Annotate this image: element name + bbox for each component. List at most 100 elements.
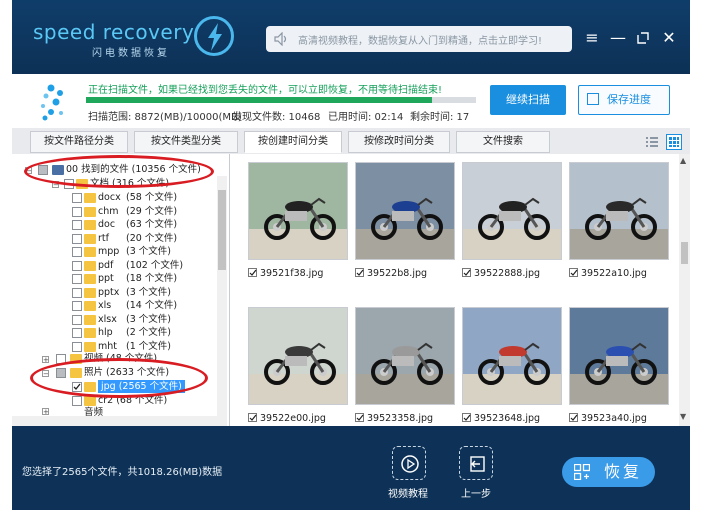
grid-view-icon[interactable] bbox=[666, 134, 682, 150]
thumbnail-checkbox[interactable] bbox=[355, 413, 364, 422]
thumbnail-caption[interactable]: 39522a10.jpg bbox=[569, 268, 647, 279]
tab-by-modified-time[interactable]: 按修改时间分类 bbox=[348, 131, 450, 153]
doc-chm-checkbox[interactable] bbox=[72, 206, 82, 217]
thumbnail-caption[interactable]: 39521f38.jpg bbox=[248, 268, 323, 279]
tree-doc-hlp[interactable]: hlp (2 个文件) bbox=[98, 326, 171, 339]
doc-pdf-checkbox[interactable] bbox=[72, 260, 82, 271]
jpg-checkbox[interactable] bbox=[72, 382, 82, 392]
photos-collapse-icon[interactable]: − bbox=[42, 370, 49, 378]
doc-rtf-folder-icon bbox=[84, 233, 96, 244]
thumbnail-item[interactable]: 39523648.jpg bbox=[462, 307, 564, 437]
tutorial-search-bar[interactable]: 高清视频教程，数据恢复从入门到精通，点击立即学习! bbox=[266, 26, 572, 52]
thumbnail-checkbox[interactable] bbox=[248, 413, 257, 422]
close-icon[interactable]: ✕ bbox=[659, 28, 679, 48]
back-button[interactable] bbox=[459, 446, 493, 480]
tree-vertical-scrollbar[interactable] bbox=[217, 176, 227, 426]
doc-pptx-checkbox[interactable] bbox=[72, 287, 82, 298]
thumbnail-checkbox[interactable] bbox=[355, 268, 364, 277]
video-tutorial-button[interactable] bbox=[392, 446, 426, 480]
thumbnail-filename: 39522e00.jpg bbox=[260, 413, 326, 424]
thumbnail-caption[interactable]: 39522888.jpg bbox=[462, 268, 540, 279]
save-progress-button[interactable]: 保存进度 bbox=[578, 85, 670, 115]
tree-documents[interactable]: 文档 (316 个文件) bbox=[90, 177, 169, 190]
thumbnail-checkbox[interactable] bbox=[569, 413, 578, 422]
thumbnail-item[interactable]: 39522e00.jpg bbox=[248, 307, 350, 437]
thumbnail-caption[interactable]: 39523358.jpg bbox=[355, 413, 433, 424]
thumbnail-checkbox[interactable] bbox=[248, 268, 257, 277]
tree-doc-mpp[interactable]: mpp (3 个文件) bbox=[98, 245, 171, 258]
tree-doc-chm[interactable]: chm (29 个文件) bbox=[98, 205, 177, 218]
maximize-icon[interactable] bbox=[633, 28, 653, 48]
doc-mpp-checkbox[interactable] bbox=[72, 247, 82, 257]
tree-doc-mht[interactable]: mht (1 个文件) bbox=[98, 340, 171, 353]
root-collapse-icon[interactable]: − bbox=[25, 167, 32, 175]
tree-doc-rtf[interactable]: rtf (20 个文件) bbox=[98, 232, 177, 245]
documents-checkbox[interactable] bbox=[64, 179, 74, 189]
tab-by-created-time[interactable]: 按创建时间分类 bbox=[244, 131, 342, 153]
thumbnail-item[interactable]: 39522a10.jpg bbox=[569, 162, 671, 292]
thumbnail-item[interactable]: 39523358.jpg bbox=[355, 307, 457, 437]
photos-checkbox[interactable] bbox=[56, 368, 66, 378]
audio-expand-icon[interactable]: + bbox=[42, 408, 49, 416]
video-expand-icon[interactable]: + bbox=[42, 356, 49, 364]
thumbnail-checkbox[interactable] bbox=[462, 268, 471, 277]
scroll-down-icon[interactable]: ▼ bbox=[680, 412, 686, 421]
tree-doc-pdf[interactable]: pdf (102 个文件) bbox=[98, 259, 183, 272]
doc-hlp-folder-icon bbox=[84, 328, 96, 338]
grid-scrollbar[interactable]: ▲ ▼ bbox=[679, 154, 690, 426]
doc-pdf-folder-icon bbox=[84, 260, 96, 271]
tree-cr2[interactable]: cr2 (68 个文件) bbox=[98, 394, 167, 407]
recover-button[interactable]: 恢复 bbox=[562, 457, 655, 487]
doc-xlsx-checkbox[interactable] bbox=[72, 314, 82, 325]
jpg-folder-icon bbox=[84, 382, 96, 392]
tree-doc-pptx[interactable]: pptx (3 个文件) bbox=[98, 286, 171, 299]
doc-hlp-checkbox[interactable] bbox=[72, 328, 82, 338]
thumbnail-item[interactable]: 39522888.jpg bbox=[462, 162, 564, 292]
tree-horizontal-scrollbar[interactable] bbox=[12, 416, 217, 426]
doc-rtf-checkbox[interactable] bbox=[72, 233, 82, 244]
tree-photos-label: 照片 (2633 个文件) bbox=[84, 367, 170, 378]
doc-ppt-checkbox[interactable] bbox=[72, 274, 82, 284]
tab-by-type[interactable]: 按文件类型分类 bbox=[134, 131, 238, 153]
scan-range: 扫描范围: 8872(MB)/10000(MB) bbox=[88, 112, 242, 123]
tree-root[interactable]: 00 找到的文件 (10356 个文件) bbox=[66, 163, 201, 176]
root-checkbox[interactable] bbox=[38, 165, 48, 175]
tree-doc-xlsx[interactable]: xlsx (3 个文件) bbox=[98, 313, 171, 326]
thumbnail-caption[interactable]: 39523a40.jpg bbox=[569, 413, 647, 424]
tree-doc-doc[interactable]: doc (63 个文件) bbox=[98, 218, 177, 231]
thumbnail-checkbox[interactable] bbox=[569, 268, 578, 277]
motorcycle-photo-thumbnail bbox=[569, 162, 669, 260]
tree-jpg[interactable]: jpg (2565 个文件) bbox=[98, 380, 185, 393]
tree-video[interactable]: 视频 (48 个文件) bbox=[84, 352, 157, 365]
thumbnail-grid: ▲ ▼ 39521f38.jpg 39522b8.jpg 39522888.jp… bbox=[230, 154, 690, 426]
minimize-icon[interactable]: — bbox=[608, 28, 628, 48]
doc-type-count: (29 个文件) bbox=[126, 205, 178, 217]
doc-docx-checkbox[interactable] bbox=[72, 193, 82, 203]
file-tree: −00 找到的文件 (10356 个文件) − 文档 (316 个文件) docx (5… bbox=[12, 154, 230, 426]
video-checkbox[interactable] bbox=[56, 354, 66, 364]
list-view-icon[interactable] bbox=[644, 134, 660, 150]
save-icon bbox=[587, 93, 599, 105]
thumbnail-checkbox[interactable] bbox=[462, 413, 471, 422]
menu-icon[interactable]: ≡ bbox=[582, 28, 602, 48]
continue-scan-button[interactable]: 继续扫描 bbox=[490, 85, 566, 115]
doc-doc-checkbox[interactable] bbox=[72, 220, 82, 230]
thumbnail-item[interactable]: 39521f38.jpg bbox=[248, 162, 350, 292]
thumbnail-item[interactable]: 39522b8.jpg bbox=[355, 162, 457, 292]
tree-doc-docx[interactable]: docx (58 个文件) bbox=[98, 191, 177, 204]
tree-doc-xls[interactable]: xls (14 个文件) bbox=[98, 299, 177, 312]
thumbnail-caption[interactable]: 39522b8.jpg bbox=[355, 268, 427, 279]
scroll-up-icon[interactable]: ▲ bbox=[680, 156, 686, 165]
documents-collapse-icon[interactable]: − bbox=[52, 181, 59, 189]
thumbnail-caption[interactable]: 39522e00.jpg bbox=[248, 413, 326, 424]
tab-file-search[interactable]: 文件搜索 bbox=[456, 131, 550, 153]
thumbnail-caption[interactable]: 39523648.jpg bbox=[462, 413, 540, 424]
tab-by-path[interactable]: 按文件路径分类 bbox=[30, 131, 128, 153]
doc-xls-checkbox[interactable] bbox=[72, 301, 82, 311]
tree-audio[interactable]: 音频 bbox=[84, 406, 103, 419]
tree-doc-ppt[interactable]: ppt (18 个文件) bbox=[98, 272, 177, 285]
thumbnail-item[interactable]: 39523a40.jpg bbox=[569, 307, 671, 437]
doc-mht-checkbox[interactable] bbox=[72, 341, 82, 352]
tree-photos[interactable]: 照片 (2633 个文件) bbox=[84, 366, 169, 379]
cr2-checkbox[interactable] bbox=[72, 396, 82, 406]
